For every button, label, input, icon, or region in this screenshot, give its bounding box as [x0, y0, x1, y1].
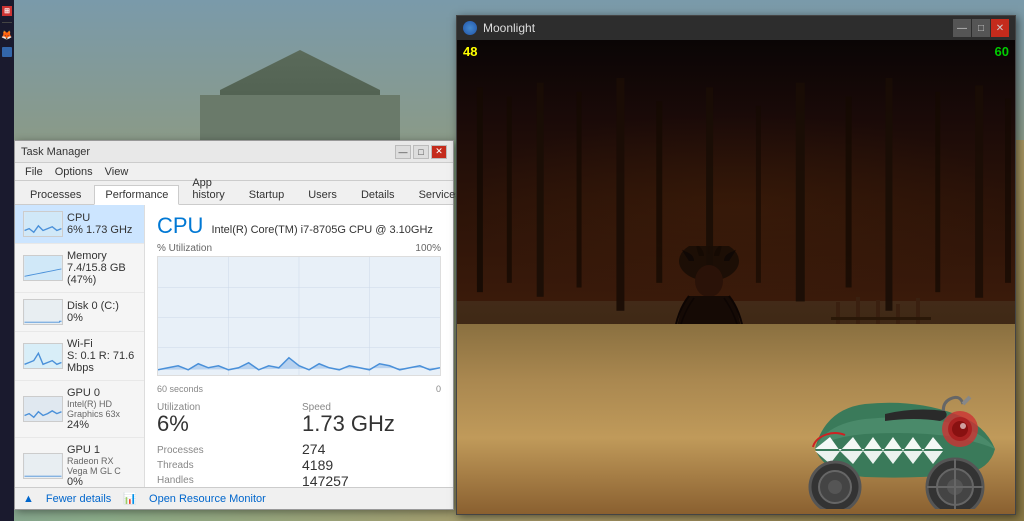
sidebar-wifi-value: S: 0.1 R: 71.6 Mbps — [67, 350, 136, 374]
sidebar-cpu-name: CPU — [67, 212, 136, 224]
graph-time-labels: 60 seconds 0 — [157, 384, 441, 394]
tab-processes[interactable]: Processes — [19, 185, 92, 204]
fps-right-value: 60 — [995, 44, 1009, 59]
tab-performance[interactable]: Performance — [94, 185, 179, 205]
processes-threads-handles: Processes Threads Handles — [157, 441, 296, 487]
sidebar-memory-value: 7.4/15.8 GB (47%) — [67, 262, 136, 286]
threads-label: Threads — [157, 460, 296, 471]
threads-value: 4189 — [302, 457, 441, 473]
task-manager-controls: — □ ✕ — [395, 145, 447, 159]
sidebar-item-cpu[interactable]: CPU 6% 1.73 GHz — [15, 205, 144, 244]
graph-label-row: % Utilization 100% — [157, 243, 441, 254]
sidebar-wifi-name: Wi-Fi — [67, 338, 136, 350]
cpu-thumbnail — [23, 211, 63, 237]
gpu1-thumbnail — [23, 453, 63, 479]
sidebar-disk-name: Disk 0 (C:) — [67, 300, 136, 312]
tab-users[interactable]: Users — [297, 185, 348, 204]
app-taskbar-icon[interactable] — [2, 47, 12, 57]
minimize-button[interactable]: — — [395, 145, 411, 159]
disk-thumbnail — [23, 299, 63, 325]
task-manager-body: CPU 6% 1.73 GHz — [15, 205, 453, 487]
fps-counter-right: 60 — [995, 44, 1009, 59]
processes-label: Processes — [157, 445, 296, 456]
cpu-graph-svg — [158, 257, 440, 376]
tab-app-history[interactable]: App history — [181, 173, 235, 204]
cpu-graph — [157, 256, 441, 376]
task-manager-window: Task Manager — □ ✕ File Options View Pro… — [14, 140, 454, 510]
firefox-taskbar-icon[interactable]: 🦊 — [1, 29, 13, 41]
taskbar-left: ⊞ 🦊 — [0, 0, 14, 521]
tab-details[interactable]: Details — [350, 185, 406, 204]
motorcycle-scene — [457, 324, 1015, 514]
wifi-thumbnail — [23, 343, 63, 369]
menu-view[interactable]: View — [99, 166, 135, 178]
cpu-stats-grid: Utilization 6% Speed 1.73 GHz Processes … — [157, 402, 441, 487]
sidebar-disk-value: 0% — [67, 312, 136, 324]
close-button[interactable]: ✕ — [431, 145, 447, 159]
fps-left-value: 48 — [463, 44, 477, 59]
cpu-header: CPU Intel(R) Core(TM) i7-8705G CPU @ 3.1… — [157, 213, 441, 239]
gpu0-thumbnail — [23, 396, 63, 422]
cpu-subtitle: Intel(R) Core(TM) i7-8705G CPU @ 3.10GHz — [211, 224, 432, 236]
processes-value: 274 — [302, 441, 441, 457]
sidebar-gpu0-subname: Intel(R) HD Graphics 63x — [67, 399, 136, 419]
moonlight-minimize-btn[interactable]: — — [953, 19, 971, 37]
sidebar-item-disk[interactable]: Disk 0 (C:) 0% — [15, 293, 144, 332]
moonlight-content[interactable]: 48 60 — [457, 40, 1015, 514]
task-manager-title: Task Manager — [21, 146, 90, 158]
fewer-details-link[interactable]: Fewer details — [46, 493, 111, 505]
sidebar-memory-name: Memory — [67, 250, 136, 262]
menu-file[interactable]: File — [19, 166, 49, 178]
sidebar-gpu0-value: 24% — [67, 419, 136, 431]
sidebar-gpu1-value: 0% — [67, 476, 136, 487]
handles-label: Handles — [157, 475, 296, 486]
utilization-stat: Utilization 6% — [157, 402, 296, 435]
memory-thumbnail — [23, 255, 63, 281]
sidebar-item-gpu0[interactable]: GPU 0 Intel(R) HD Graphics 63x 24% — [15, 381, 144, 438]
task-manager-sidebar: CPU 6% 1.73 GHz — [15, 205, 145, 487]
sidebar-item-memory[interactable]: Memory 7.4/15.8 GB (47%) — [15, 244, 144, 293]
task-manager-titlebar[interactable]: Task Manager — □ ✕ — [15, 141, 453, 163]
task-manager-footer: ▲ Fewer details 📊 Open Resource Monitor — [15, 487, 453, 509]
tab-startup[interactable]: Startup — [238, 185, 295, 204]
moonlight-app-icon — [463, 21, 477, 35]
cpu-title: CPU — [157, 213, 203, 239]
utilization-value: 6% — [157, 413, 296, 435]
fps-counter-left: 48 — [463, 44, 477, 59]
graph-label: % Utilization — [157, 243, 212, 254]
sidebar-cpu-value: 6% 1.73 GHz — [67, 224, 136, 236]
task-manager-main-content: CPU Intel(R) Core(TM) i7-8705G CPU @ 3.1… — [145, 205, 453, 487]
open-resource-monitor-link[interactable]: Open Resource Monitor — [149, 493, 266, 505]
graph-max: 100% — [415, 243, 441, 254]
moonlight-maximize-btn[interactable]: □ — [972, 19, 990, 37]
moonlight-title-text: Moonlight — [483, 21, 535, 35]
sidebar-gpu1-name: GPU 1 — [67, 444, 136, 456]
menu-options[interactable]: Options — [49, 166, 99, 178]
motorcycle-svg — [785, 369, 1005, 509]
resource-monitor-icon: 📊 — [123, 492, 137, 505]
speed-stat: Speed 1.73 GHz — [302, 402, 441, 435]
maximize-button[interactable]: □ — [413, 145, 429, 159]
moonlight-close-btn[interactable]: ✕ — [991, 19, 1009, 37]
moonlight-window-controls: — □ ✕ — [953, 19, 1009, 37]
fewer-details-icon: ▲ — [23, 493, 34, 505]
processes-threads-handles-values: 274 4189 147257 — [302, 441, 441, 487]
cpu-mini-graph — [24, 212, 62, 236]
speed-value: 1.73 GHz — [302, 413, 441, 435]
start-button[interactable]: ⊞ — [2, 6, 12, 16]
task-manager-tabs: Processes Performance App history Startu… — [15, 181, 453, 205]
sidebar-gpu1-subname: Radeon RX Vega M GL C — [67, 456, 136, 476]
desktop: ⊞ 🦊 Task Manager — □ ✕ File Options View… — [0, 0, 1024, 521]
handles-value: 147257 — [302, 473, 441, 487]
game-scene: 48 60 — [457, 40, 1015, 514]
sidebar-gpu0-name: GPU 0 — [67, 387, 136, 399]
taskbar-divider — [2, 22, 12, 23]
sidebar-item-wifi[interactable]: Wi-Fi S: 0.1 R: 71.6 Mbps — [15, 332, 144, 381]
sidebar-item-gpu1[interactable]: GPU 1 Radeon RX Vega M GL C 0% — [15, 438, 144, 487]
moonlight-titlebar[interactable]: Moonlight — □ ✕ — [457, 16, 1015, 40]
moonlight-window: Moonlight — □ ✕ — [456, 15, 1016, 515]
moonlight-title-left: Moonlight — [463, 21, 535, 35]
graph-time-right: 0 — [436, 384, 441, 394]
graph-time-left: 60 seconds — [157, 384, 203, 394]
